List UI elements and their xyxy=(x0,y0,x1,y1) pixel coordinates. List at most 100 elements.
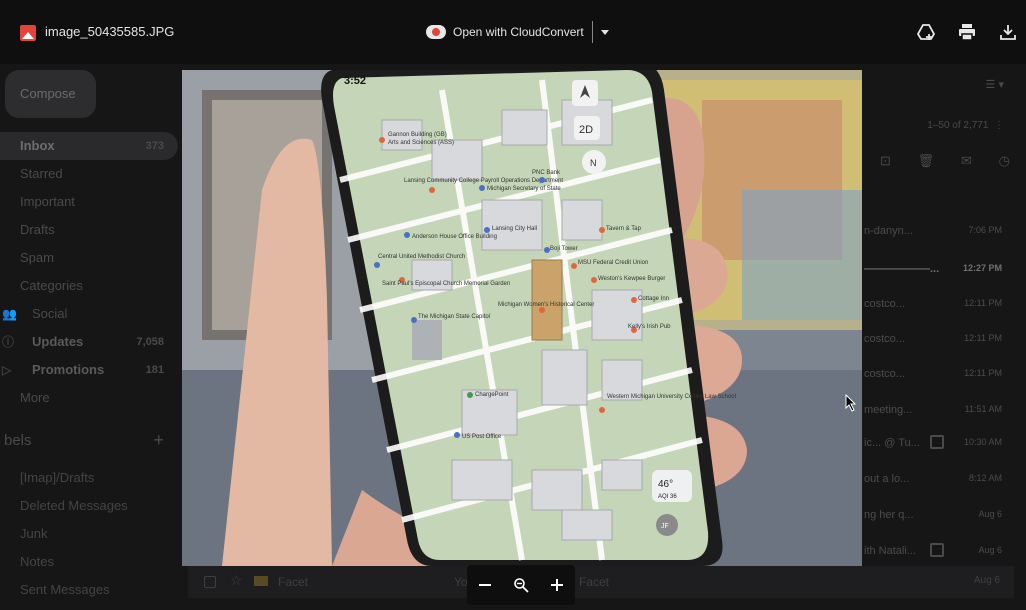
pagination-text: 1–50 of 2,771 xyxy=(927,120,989,131)
sidebar-item-updates[interactable]: ⓘ Updates 7,058 xyxy=(0,328,178,356)
unread-count: 181 xyxy=(145,364,164,376)
labels-heading-text: bels xyxy=(4,432,32,449)
mail-time: 12:11 PM xyxy=(964,298,1002,308)
compass-icon: N xyxy=(590,158,597,168)
map-2d-toggle: 2D xyxy=(579,124,593,136)
place-label: Tavern & Tap xyxy=(606,226,642,232)
sidebar-item-drafts[interactable]: Drafts xyxy=(0,216,178,244)
image-preview: 2D N 3:52 46° AQI 36 Gannon Building (GB… xyxy=(182,70,862,566)
mail-row[interactable]: n-danyn... 7:06 PM xyxy=(862,216,1026,248)
mail-row[interactable]: ng her q... Aug 6 xyxy=(862,500,1026,532)
label-item[interactable]: Junk xyxy=(0,520,178,548)
mail-snippet: ith Natali... xyxy=(864,545,916,557)
sidebar-item-label: Important xyxy=(20,194,75,209)
archive-icon[interactable]: ⊡ xyxy=(880,153,891,173)
delete-icon[interactable]: 🗑 xyxy=(918,153,935,173)
chevron-down-icon[interactable] xyxy=(600,29,609,35)
mail-row[interactable]: costco... 12:11 PM xyxy=(862,359,1026,391)
zoom-reset-icon[interactable] xyxy=(506,570,536,600)
sidebar-item-important[interactable]: Important xyxy=(0,188,178,216)
pagination-range: 1–50 of 2,771 ⋮ xyxy=(927,120,1004,131)
mark-read-icon[interactable]: ✉ xyxy=(961,153,972,173)
place-label: Kelly's Irish Pub xyxy=(628,324,671,330)
mail-time: 10:30 AM xyxy=(963,437,1002,447)
sidebar-item-promotions[interactable]: ▷ Promotions 181 xyxy=(0,356,178,384)
place-label: Weston's Kewpee Burger xyxy=(598,276,665,282)
divider xyxy=(591,21,593,43)
mail-row[interactable]: costco... 12:11 PM xyxy=(862,289,1026,321)
compose-button[interactable]: Compose xyxy=(5,70,96,118)
mail-snippet: n-danyn... xyxy=(864,225,913,237)
checkbox[interactable] xyxy=(204,576,216,588)
mail-row[interactable]: out a lo... 8:12 AM xyxy=(862,464,1026,496)
calendar-icon xyxy=(930,543,944,557)
label-item[interactable]: Sent Messages xyxy=(0,576,178,604)
screen: Compose Inbox 373 Starred Important Draft… xyxy=(0,0,1026,610)
mail-row[interactable]: ic... @ Tu... 10:30 AM xyxy=(862,428,1026,460)
open-with-button[interactable]: Open with CloudConvert xyxy=(426,20,609,44)
labels-heading: bels + xyxy=(0,430,178,456)
label-item[interactable]: Deleted Messages xyxy=(0,492,178,520)
important-marker-icon[interactable] xyxy=(254,576,268,586)
image-file-icon xyxy=(20,25,36,41)
mail-row[interactable]: ——————... 12:27 PM xyxy=(862,254,1026,286)
mail-snippet: costco... xyxy=(864,368,905,380)
sidebar-item-categories[interactable]: Categories xyxy=(0,272,178,300)
place-label: The Michigan State Capitol xyxy=(418,314,490,320)
place-label: Cottage Inn xyxy=(638,296,669,302)
mail-snippet: costco... xyxy=(864,298,905,310)
density-icon[interactable]: ☰ ▾ xyxy=(986,78,1004,91)
labels-list: [Imap]/Drafts Deleted Messages Junk Note… xyxy=(0,464,178,604)
mail-row[interactable]: meeting... 11:51 AM xyxy=(862,395,1026,427)
weather-temp: 46° xyxy=(658,479,673,490)
calendar-icon xyxy=(930,435,944,449)
sidebar-item-social[interactable]: 👥 Social xyxy=(0,300,178,328)
place-label: Central United Methodist Church xyxy=(378,254,465,260)
zoom-out-icon[interactable] xyxy=(470,570,500,600)
social-icon: 👥 xyxy=(2,307,17,321)
label-item[interactable]: Notes xyxy=(0,548,178,576)
sidebar-item-label: Drafts xyxy=(20,222,55,237)
place-label: Michigan Secretary of State xyxy=(487,186,561,192)
sidebar-item-more[interactable]: More xyxy=(0,384,178,412)
sidebar-item-label: Inbox xyxy=(20,138,55,153)
place-label: Boji Tower xyxy=(550,246,578,252)
mail-snippet: ng her q... xyxy=(864,509,914,521)
sidebar-item-inbox[interactable]: Inbox 373 xyxy=(0,132,178,160)
add-label-button[interactable]: + xyxy=(153,430,164,451)
sidebar-nav: Inbox 373 Starred Important Drafts Spam C… xyxy=(0,132,178,412)
mail-row[interactable]: ith Natali... Aug 6 xyxy=(862,536,1026,568)
place-label: Anderson House Office Building xyxy=(412,234,497,240)
place-label: PNC Bank xyxy=(532,170,561,176)
viewer-topbar: image_50435585.JPG Open with CloudConver… xyxy=(0,0,1026,64)
mail-actions: ⊡ 🗑 ✉ ◷ xyxy=(880,153,1010,173)
mail-time: 12:27 PM xyxy=(962,263,1002,273)
star-icon[interactable]: ☆ xyxy=(230,572,243,589)
place-label: MSU Federal Credit Union xyxy=(578,260,648,266)
mail-snippet: meeting... xyxy=(864,404,913,416)
download-icon[interactable] xyxy=(996,20,1020,44)
sidebar-item-label: Social xyxy=(32,306,68,321)
snooze-icon[interactable]: ◷ xyxy=(999,153,1010,173)
sidebar-item-label: Spam xyxy=(20,250,54,265)
mail-row[interactable]: costco... 12:11 PM xyxy=(862,324,1026,356)
add-to-drive-icon[interactable] xyxy=(914,20,938,44)
label-item[interactable]: [Imap]/Drafts xyxy=(0,464,178,492)
mail-sender: Facet xyxy=(278,575,309,589)
place-label: Michigan Women's Historical Center xyxy=(498,302,594,308)
info-icon: ⓘ xyxy=(2,335,15,349)
cloudconvert-icon xyxy=(426,25,446,39)
mail-time: 12:11 PM xyxy=(964,368,1002,378)
mail-list-visible-edge: ☰ ▾ 1–50 of 2,771 ⋮ ⊡ 🗑 ✉ ◷ n-danyn... 7:… xyxy=(862,70,1026,610)
open-with-label: Open with CloudConvert xyxy=(453,25,584,39)
mail-row-facet[interactable]: ☆ Facet Yo... been opened with Facet Aug… xyxy=(188,566,1014,598)
mail-snippet: out a lo... xyxy=(864,473,910,485)
sidebar-item-starred[interactable]: Starred xyxy=(0,160,178,188)
mail-snippet: ic... @ Tu... xyxy=(864,437,920,449)
zoom-in-icon[interactable] xyxy=(542,570,572,600)
sidebar-item-spam[interactable]: Spam xyxy=(0,244,178,272)
unread-count: 373 xyxy=(145,140,164,152)
mail-time: Aug 6 xyxy=(978,545,1002,555)
print-icon[interactable] xyxy=(955,20,979,44)
weather-aqi: AQI 36 xyxy=(658,494,677,500)
